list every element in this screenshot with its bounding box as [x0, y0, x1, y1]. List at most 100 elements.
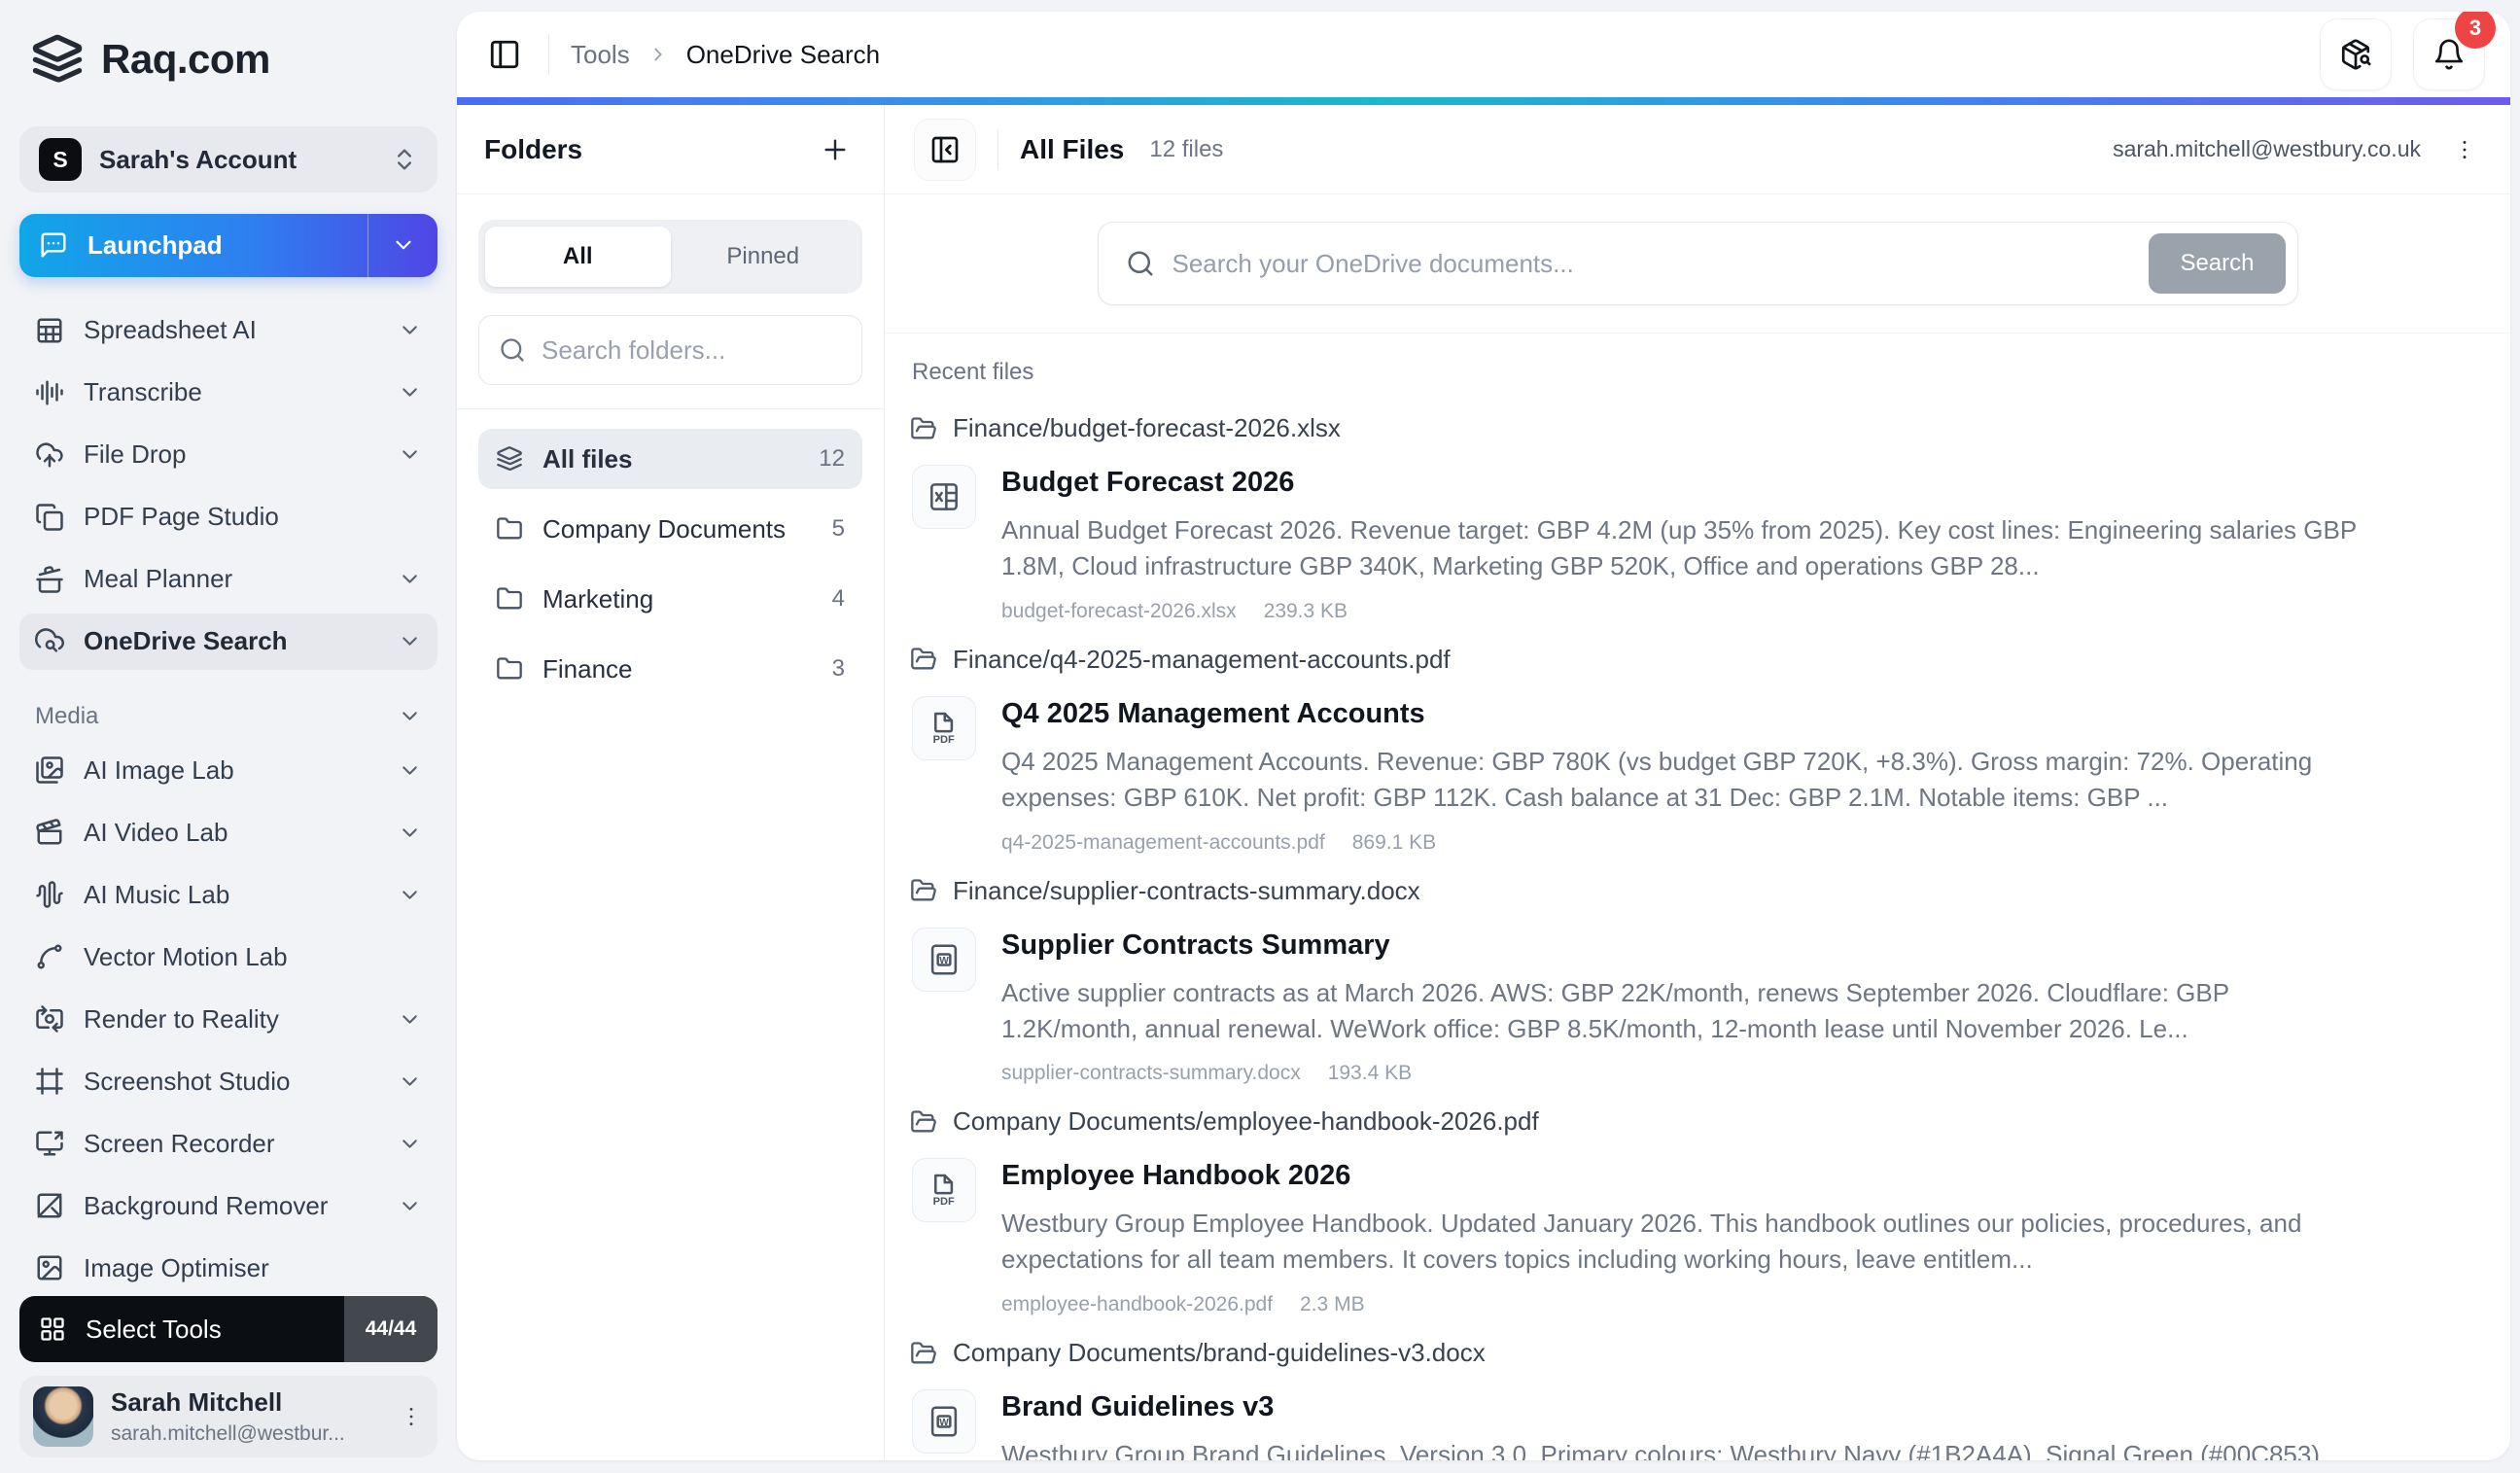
- frame-icon: [35, 1067, 64, 1096]
- result-body: Supplier Contracts Summary Active suppli…: [1001, 928, 2358, 1086]
- result-body: Brand Guidelines v3 Westbury Group Brand…: [1001, 1389, 2358, 1460]
- pdf-file-icon: [912, 696, 976, 760]
- result-description: Westbury Group Employee Handbook. Update…: [1001, 1206, 2358, 1278]
- sidebar-item-image-optimiser[interactable]: Image Optimiser: [19, 1240, 438, 1296]
- results-list: Recent files Finance/budget-forecast-202…: [885, 333, 2510, 1460]
- folder-count: 12: [819, 445, 845, 473]
- files-menu-button[interactable]: [2448, 133, 2481, 166]
- result-filesize: 869.1 KB: [1352, 831, 1436, 855]
- chevron-down-icon: [398, 318, 422, 342]
- media-section-label: Media: [35, 703, 98, 730]
- result-path-label: Company Documents/brand-guidelines-v3.do…: [953, 1338, 1486, 1368]
- document-search-box[interactable]: Search: [1098, 222, 2298, 305]
- folder-item-all-files[interactable]: All files 12: [478, 429, 862, 489]
- sidebar-item-ai-video-lab[interactable]: AI Video Lab: [19, 804, 438, 860]
- folder-open-icon: [910, 877, 937, 904]
- sidebar-toggle-button[interactable]: [482, 32, 527, 77]
- result-card[interactable]: Brand Guidelines v3 Westbury Group Brand…: [900, 1389, 2481, 1460]
- add-folder-button[interactable]: [814, 128, 857, 171]
- folder-open-icon: [910, 1108, 937, 1136]
- breadcrumb-tools[interactable]: Tools: [571, 40, 630, 70]
- table-icon: [35, 316, 64, 345]
- result-title[interactable]: Brand Guidelines v3: [1001, 1391, 2358, 1423]
- folders-panel: Folders All Pinned: [457, 105, 885, 1460]
- sidebar-item-pdf-page-studio[interactable]: PDF Page Studio: [19, 489, 438, 545]
- launchpad-label: Launchpad: [88, 230, 223, 261]
- breadcrumb: Tools OneDrive Search: [571, 40, 880, 70]
- result-entry: Finance/supplier-contracts-summary.docx …: [900, 876, 2481, 1086]
- user-email: sarah.mitchell@westbur...: [111, 1422, 381, 1446]
- chevron-down-icon: [398, 704, 422, 728]
- result-title[interactable]: Supplier Contracts Summary: [1001, 929, 2358, 962]
- sidebar-item-background-remover[interactable]: Background Remover: [19, 1177, 438, 1234]
- account-switcher[interactable]: S Sarah's Account: [19, 126, 438, 193]
- accent-gradient-bar: [457, 97, 2510, 105]
- files-panel: All Files 12 files sarah.mitchell@westbu…: [885, 105, 2510, 1460]
- folder-count: 3: [832, 655, 845, 683]
- result-card[interactable]: Budget Forecast 2026 Annual Budget Forec…: [900, 465, 2481, 623]
- collapse-folders-button[interactable]: [914, 119, 976, 181]
- document-search-input[interactable]: [1172, 249, 2132, 279]
- result-card[interactable]: Supplier Contracts Summary Active suppli…: [900, 928, 2481, 1086]
- user-menu-button[interactable]: [399, 1404, 424, 1429]
- result-path[interactable]: Finance/q4-2025-management-accounts.pdf: [900, 645, 2481, 675]
- result-filename: supplier-contracts-summary.docx: [1001, 1062, 1301, 1085]
- notifications-button[interactable]: 3: [2413, 18, 2485, 90]
- folder-search-input[interactable]: [542, 335, 842, 366]
- launchpad-button[interactable]: Launchpad: [19, 214, 438, 277]
- panel-left-close-icon: [929, 134, 961, 165]
- result-path[interactable]: Finance/budget-forecast-2026.xlsx: [900, 413, 2481, 443]
- launchpad-main[interactable]: Launchpad: [19, 214, 368, 277]
- topbar: Tools OneDrive Search 3: [457, 12, 2510, 97]
- sidebar-item-ai-image-lab[interactable]: AI Image Lab: [19, 742, 438, 798]
- result-title[interactable]: Budget Forecast 2026: [1001, 467, 2358, 499]
- sidebar-item-screenshot-studio[interactable]: Screenshot Studio: [19, 1053, 438, 1109]
- result-path[interactable]: Company Documents/brand-guidelines-v3.do…: [900, 1338, 2481, 1368]
- result-path[interactable]: Company Documents/employee-handbook-2026…: [900, 1106, 2481, 1137]
- result-card[interactable]: Q4 2025 Management Accounts Q4 2025 Mana…: [900, 696, 2481, 855]
- result-card[interactable]: Employee Handbook 2026 Westbury Group Em…: [900, 1158, 2481, 1316]
- sidebar-item-label: Spreadsheet AI: [84, 315, 257, 345]
- folder-search[interactable]: [478, 315, 862, 385]
- user-card[interactable]: Sarah Mitchell sarah.mitchell@westbur...: [19, 1376, 438, 1457]
- sidebar-item-vector-motion-lab[interactable]: Vector Motion Lab: [19, 929, 438, 985]
- tab-all[interactable]: All: [485, 227, 671, 287]
- clapperboard-icon: [35, 818, 64, 847]
- folder-item-marketing[interactable]: Marketing 4: [478, 569, 862, 629]
- search-button[interactable]: Search: [2149, 233, 2285, 294]
- result-title[interactable]: Q4 2025 Management Accounts: [1001, 698, 2358, 730]
- sidebar-item-onedrive-search[interactable]: OneDrive Search: [19, 614, 438, 670]
- folders-controls: All Pinned: [457, 194, 884, 409]
- sidebar-item-meal-planner[interactable]: Meal Planner: [19, 551, 438, 608]
- tool-library-button[interactable]: [2320, 18, 2392, 90]
- account-initial-badge: S: [39, 138, 82, 181]
- search-section: Search: [885, 194, 2510, 333]
- select-tools-main[interactable]: Select Tools: [19, 1296, 344, 1362]
- sidebar-item-ai-music-lab[interactable]: AI Music Lab: [19, 866, 438, 923]
- sidebar-item-screen-recorder[interactable]: Screen Recorder: [19, 1115, 438, 1172]
- folder-item-finance[interactable]: Finance 3: [478, 639, 862, 699]
- folder-label: Company Documents: [542, 514, 786, 544]
- media-section-header[interactable]: Media: [19, 697, 438, 736]
- sidebar-item-label: PDF Page Studio: [84, 502, 279, 532]
- tab-pinned[interactable]: Pinned: [671, 227, 857, 287]
- launchpad-expand[interactable]: [368, 214, 438, 277]
- sidebar-item-transcribe[interactable]: Transcribe: [19, 365, 438, 421]
- select-tools-button[interactable]: Select Tools 44/44: [19, 1296, 438, 1362]
- folder-item-company-documents[interactable]: Company Documents 5: [478, 499, 862, 559]
- sidebar-item-file-drop[interactable]: File Drop: [19, 427, 438, 483]
- sidebar-item-render-to-reality[interactable]: Render to Reality: [19, 991, 438, 1047]
- folder-list: All files 12 Company Documents 5 Marketi…: [457, 409, 884, 719]
- brand-name: Raq.com: [101, 36, 270, 83]
- audio-waveform-icon: [35, 880, 64, 909]
- folder-open-icon: [910, 646, 937, 673]
- user-text: Sarah Mitchell sarah.mitchell@westbur...: [111, 1387, 381, 1446]
- result-title[interactable]: Employee Handbook 2026: [1001, 1160, 2358, 1192]
- spline-icon: [35, 942, 64, 971]
- result-description: Annual Budget Forecast 2026. Revenue tar…: [1001, 512, 2358, 584]
- result-path[interactable]: Finance/supplier-contracts-summary.docx: [900, 876, 2481, 906]
- result-meta: q4-2025-management-accounts.pdf 869.1 KB: [1001, 831, 2358, 855]
- files-header: All Files 12 files sarah.mitchell@westbu…: [885, 105, 2510, 194]
- sidebar-item-spreadsheet-ai[interactable]: Spreadsheet AI: [19, 302, 438, 359]
- package-search-icon: [2339, 38, 2372, 71]
